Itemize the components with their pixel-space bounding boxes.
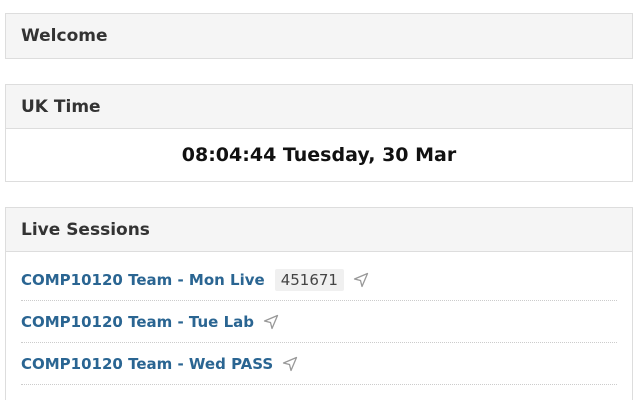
session-row-wed-pass: COMP10120 Team - Wed PASS <box>21 343 617 385</box>
live-sessions-panel: Live Sessions COMP10120 Team - Mon Live … <box>5 207 633 400</box>
uk-time-panel: UK Time 08:04:44 Tuesday, 30 Mar <box>5 84 633 182</box>
uk-time-heading: UK Time <box>6 85 632 129</box>
uk-time-clock: 08:04:44 Tuesday, 30 Mar <box>181 143 457 166</box>
session-code-badge: 451671 <box>274 268 344 291</box>
session-row-tue-lab: COMP10120 Team - Tue Lab <box>21 301 617 343</box>
session-row-mon-live: COMP10120 Team - Mon Live 451671 <box>21 259 617 301</box>
welcome-panel: Welcome <box>5 13 633 59</box>
live-sessions-heading: Live Sessions <box>6 208 632 252</box>
session-link-mon-live[interactable]: COMP10120 Team - Mon Live <box>21 271 265 289</box>
location-arrow-icon[interactable] <box>281 355 299 373</box>
session-link-wed-pass[interactable]: COMP10120 Team - Wed PASS <box>21 355 273 373</box>
session-link-tue-lab[interactable]: COMP10120 Team - Tue Lab <box>21 313 254 331</box>
welcome-heading: Welcome <box>6 14 632 58</box>
session-list: COMP10120 Team - Mon Live 451671 COMP101… <box>6 259 632 385</box>
location-arrow-icon[interactable] <box>262 313 280 331</box>
location-arrow-icon[interactable] <box>352 271 370 289</box>
